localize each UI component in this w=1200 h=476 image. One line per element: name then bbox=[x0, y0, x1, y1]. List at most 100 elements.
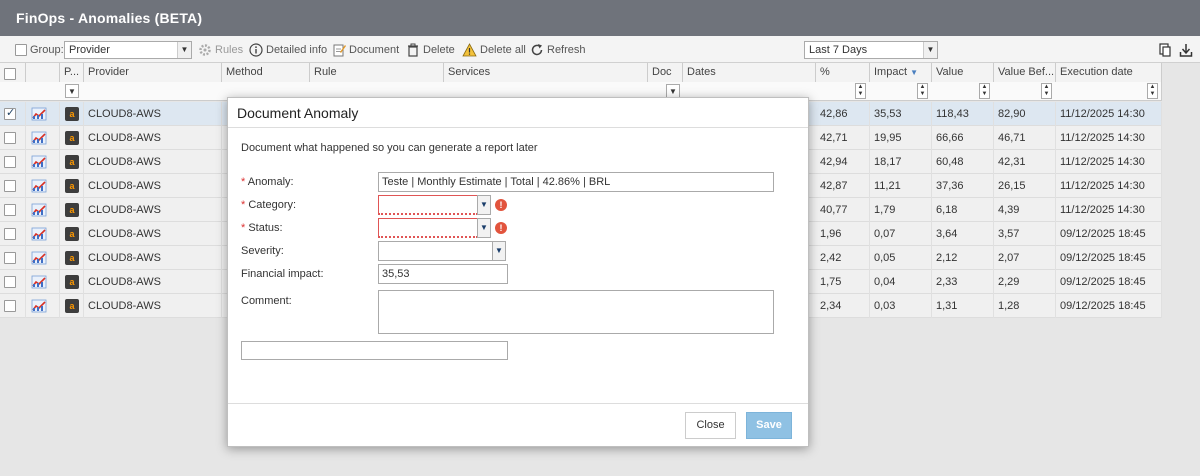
column-header-value-before[interactable]: Value Bef... bbox=[994, 63, 1056, 82]
severity-dropdown-button[interactable]: ▼ bbox=[492, 241, 506, 261]
sort-desc-icon: ▼ bbox=[910, 68, 918, 77]
refresh-button[interactable]: Refresh bbox=[530, 36, 586, 63]
row-checkbox[interactable] bbox=[4, 132, 16, 144]
group-toggle[interactable]: Group: bbox=[15, 36, 64, 63]
row-select-cell[interactable] bbox=[0, 198, 26, 222]
category-label: * Category: bbox=[241, 199, 296, 211]
cell-provider: CLOUD8-AWS bbox=[84, 150, 222, 174]
column-header-pct[interactable]: % bbox=[816, 63, 870, 82]
row-checkbox[interactable] bbox=[4, 204, 16, 216]
chevron-down-icon: ▼ bbox=[480, 200, 488, 209]
export-button[interactable] bbox=[1179, 36, 1193, 63]
row-select-cell[interactable] bbox=[0, 294, 26, 318]
cell-provider: CLOUD8-AWS bbox=[84, 198, 222, 222]
anomaly-field[interactable]: Teste | Monthly Estimate | Total | 42.86… bbox=[378, 172, 774, 192]
chart-icon[interactable] bbox=[31, 299, 47, 313]
financial-impact-field[interactable]: 35,53 bbox=[378, 264, 508, 284]
chart-cell[interactable] bbox=[26, 150, 60, 174]
select-all-checkbox[interactable] bbox=[4, 68, 16, 80]
chart-cell[interactable] bbox=[26, 198, 60, 222]
status-dropdown-button[interactable]: ▼ bbox=[477, 218, 491, 238]
row-select-cell[interactable] bbox=[0, 222, 26, 246]
column-header-value[interactable]: Value bbox=[932, 63, 994, 82]
cell-provider: CLOUD8-AWS bbox=[84, 102, 222, 126]
filter-doc-dropdown[interactable]: ▼ bbox=[666, 84, 680, 98]
required-marker: * bbox=[241, 199, 246, 211]
close-button[interactable]: Close bbox=[685, 412, 736, 439]
group-checkbox[interactable] bbox=[15, 43, 27, 56]
category-select[interactable] bbox=[378, 195, 478, 215]
row-select-cell[interactable] bbox=[0, 174, 26, 198]
provider-logo-cell: a bbox=[60, 246, 84, 270]
cell-execution-date: 09/12/2025 18:45 bbox=[1056, 222, 1162, 246]
chart-icon[interactable] bbox=[31, 155, 47, 169]
row-checkbox[interactable] bbox=[4, 180, 16, 192]
category-dropdown-button[interactable]: ▼ bbox=[477, 195, 491, 215]
cell-provider: CLOUD8-AWS bbox=[84, 246, 222, 270]
column-header-services[interactable]: Services bbox=[444, 63, 648, 82]
column-header-p[interactable]: P... bbox=[60, 63, 84, 82]
row-checkbox[interactable] bbox=[4, 276, 16, 288]
severity-label: Severity: bbox=[241, 245, 284, 257]
chart-cell[interactable] bbox=[26, 246, 60, 270]
detailed-info-button[interactable]: Detailed info bbox=[249, 36, 327, 63]
filter-value-before-spinner[interactable]: ▲ ▼ bbox=[1041, 83, 1052, 99]
select-all-header[interactable] bbox=[0, 63, 26, 82]
row-select-cell[interactable] bbox=[0, 102, 26, 126]
document-button[interactable]: Document bbox=[332, 36, 399, 63]
rules-button[interactable]: Rules bbox=[198, 36, 243, 63]
delete-button[interactable]: Delete bbox=[406, 36, 455, 63]
chart-cell[interactable] bbox=[26, 222, 60, 246]
chart-icon[interactable] bbox=[31, 131, 47, 145]
row-checkbox[interactable] bbox=[4, 106, 16, 120]
chart-icon[interactable] bbox=[31, 203, 47, 217]
chart-cell[interactable] bbox=[26, 270, 60, 294]
gear-icon bbox=[199, 43, 211, 56]
chart-cell[interactable] bbox=[26, 126, 60, 150]
filter-execution-date-spinner[interactable]: ▲ ▼ bbox=[1147, 83, 1158, 99]
row-select-cell[interactable] bbox=[0, 126, 26, 150]
filter-impact-spinner[interactable]: ▲ ▼ bbox=[917, 83, 928, 99]
column-header-rule[interactable]: Rule bbox=[310, 63, 444, 82]
column-header-impact[interactable]: Impact ▼ bbox=[870, 63, 932, 82]
filter-value-spinner[interactable]: ▲ ▼ bbox=[979, 83, 990, 99]
period-select[interactable]: Last 7 Days ▼ bbox=[804, 41, 938, 59]
save-button[interactable]: Save bbox=[746, 412, 792, 439]
chart-icon[interactable] bbox=[31, 227, 47, 241]
row-select-cell[interactable] bbox=[0, 246, 26, 270]
comment-textarea[interactable] bbox=[378, 290, 774, 334]
provider-logo-cell: a bbox=[60, 174, 84, 198]
row-checkbox[interactable] bbox=[4, 228, 16, 240]
info-icon bbox=[249, 42, 263, 57]
row-checkbox[interactable] bbox=[4, 300, 16, 312]
chart-cell[interactable] bbox=[26, 174, 60, 198]
chart-icon[interactable] bbox=[31, 275, 47, 289]
filter-pct-spinner[interactable]: ▲ ▼ bbox=[855, 83, 866, 99]
cell-value-before: 1,28 bbox=[994, 294, 1056, 318]
delete-all-button[interactable]: Delete all bbox=[462, 36, 526, 63]
column-header-method[interactable]: Method bbox=[222, 63, 310, 82]
status-select[interactable] bbox=[378, 218, 478, 238]
row-select-cell[interactable] bbox=[0, 270, 26, 294]
chart-icon[interactable] bbox=[31, 251, 47, 265]
filter-p-dropdown[interactable]: ▼ bbox=[65, 84, 79, 98]
chart-icon[interactable] bbox=[31, 179, 47, 193]
row-checkbox[interactable] bbox=[4, 156, 16, 168]
column-header-doc[interactable]: Doc bbox=[648, 63, 683, 82]
column-header-execution-date[interactable]: Execution date bbox=[1056, 63, 1162, 82]
chart-cell[interactable] bbox=[26, 102, 60, 126]
row-select-cell[interactable] bbox=[0, 150, 26, 174]
category-label-text: Category: bbox=[248, 199, 297, 211]
column-header-dates[interactable]: Dates bbox=[683, 63, 816, 82]
extra-field[interactable] bbox=[241, 341, 508, 360]
chart-icon[interactable] bbox=[31, 107, 47, 121]
column-header-provider[interactable]: Provider bbox=[84, 63, 222, 82]
chart-cell[interactable] bbox=[26, 294, 60, 318]
severity-select[interactable] bbox=[378, 241, 493, 261]
cell-provider: CLOUD8-AWS bbox=[84, 126, 222, 150]
group-select[interactable]: Provider ▼ bbox=[64, 41, 192, 59]
copy-icon bbox=[1159, 42, 1171, 57]
copy-button[interactable] bbox=[1158, 36, 1172, 63]
row-checkbox[interactable] bbox=[4, 252, 16, 264]
provider-logo-cell: a bbox=[60, 102, 84, 126]
